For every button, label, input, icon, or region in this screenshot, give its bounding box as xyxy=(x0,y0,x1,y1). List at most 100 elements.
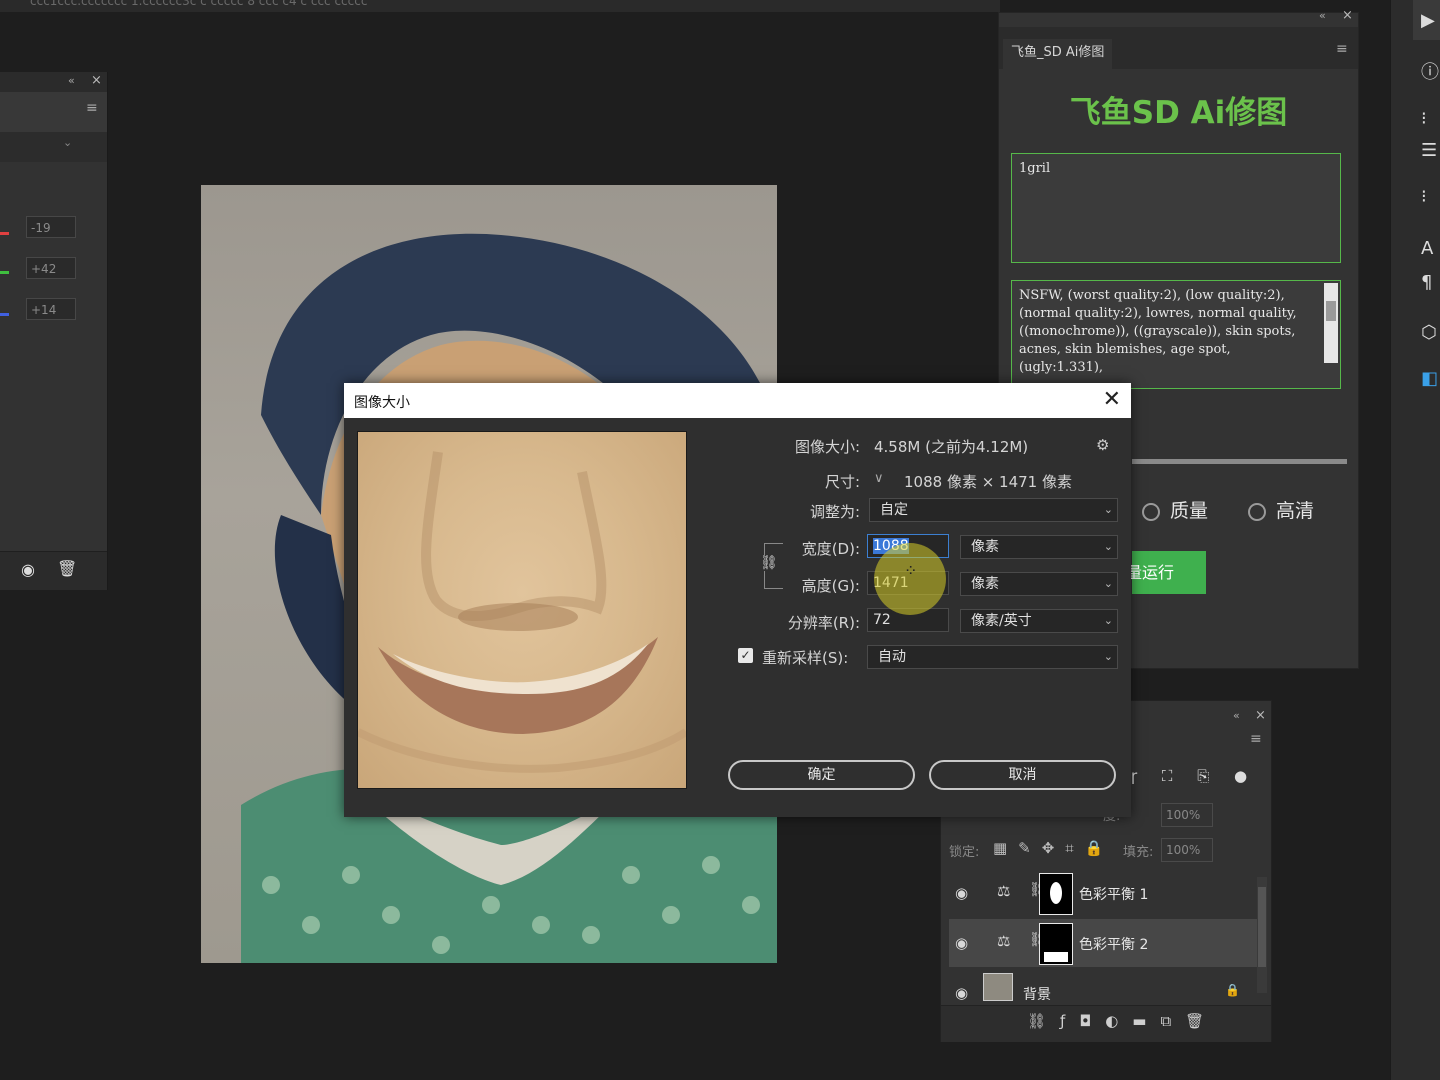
negative-prompt-text: NSFW, (worst quality:2), (low quality:2)… xyxy=(1019,288,1297,375)
balance-icon: ⚖ xyxy=(997,882,1011,900)
lock-label: 锁定: xyxy=(949,845,980,860)
radio-quality[interactable]: 质量 xyxy=(1142,496,1208,523)
panel-header: « × xyxy=(0,72,107,92)
cyan-red-value[interactable]: -19 xyxy=(26,216,76,238)
balance-icon: ⚖ xyxy=(997,932,1011,950)
radio-hd[interactable]: 高清 xyxy=(1248,496,1314,523)
batch-run-button[interactable]: 量运行 xyxy=(1126,551,1206,594)
layer-row[interactable]: ◉ 背景 🔒 xyxy=(949,969,1259,1005)
collapse-icon[interactable]: « xyxy=(1233,709,1240,722)
collapse-icon[interactable]: « xyxy=(1319,9,1326,22)
panel-tab-row: ≡ xyxy=(0,92,107,133)
radio-quality-label: 质量 xyxy=(1170,500,1209,522)
clone-source-icon[interactable]: ⁝ xyxy=(1421,186,1427,207)
scrollbar-thumb[interactable] xyxy=(1326,301,1336,321)
fit-to-select[interactable]: 自定 ⌄ xyxy=(869,498,1118,522)
scrollbar[interactable] xyxy=(1257,877,1267,993)
layer-mask-thumbnail[interactable] xyxy=(1039,923,1073,965)
opacity-field[interactable]: 100% xyxy=(1161,803,1213,827)
visibility-eye-icon[interactable]: ◉ xyxy=(955,984,968,1002)
paragraph-icon[interactable]: ¶ xyxy=(1421,272,1432,293)
height-unit-value: 像素 xyxy=(971,576,999,592)
panel-menu-icon[interactable]: ≡ xyxy=(86,100,98,116)
character-icon[interactable]: A xyxy=(1421,238,1433,259)
resample-checkbox[interactable]: ✓ xyxy=(738,648,753,663)
layers-footer: ⛓ƒ◘◐▬⧉🗑 xyxy=(941,1005,1271,1042)
image-size-dialog: 图像大小 ✕ 图像大小: 4.58M (之前为4.12M) ⚙ 尺寸: ∨ 10… xyxy=(344,383,1131,817)
close-icon[interactable]: ✕ xyxy=(1103,387,1121,413)
negative-prompt-textarea[interactable]: NSFW, (worst quality:2), (low quality:2)… xyxy=(1011,280,1341,389)
progress-bar xyxy=(1132,459,1347,464)
fit-to-value: 自定 xyxy=(880,502,908,518)
chevron-down-icon: ⌄ xyxy=(1103,650,1113,663)
radio-hd-label: 高清 xyxy=(1276,500,1315,522)
resample-value: 自动 xyxy=(878,649,906,665)
brush-settings-icon[interactable]: ⁝ xyxy=(1421,108,1427,129)
chevron-down-icon: ⌄ xyxy=(63,136,73,149)
visibility-eye-icon[interactable]: ◉ xyxy=(955,884,968,902)
play-icon[interactable]: ▶ xyxy=(1421,10,1435,31)
green-swatch xyxy=(0,271,9,274)
layer-row[interactable]: ◉ ⚖ ⛓ 色彩平衡 1 xyxy=(949,869,1259,917)
window-title-strip: ccc1ccc.ccccccc 1.cccccc3c c ccccc 8 ccc… xyxy=(0,0,1000,12)
properties-panel: « × ≡ ⌄ -19 +42 +14 ◉ 🗑 xyxy=(0,72,108,590)
scrollbar[interactable] xyxy=(1324,283,1338,363)
busy-cursor-icon: ⁘ xyxy=(904,561,918,580)
blue-swatch xyxy=(0,313,9,316)
adjustments-icon[interactable]: ☰ xyxy=(1421,140,1437,161)
right-toolbar: ▶ ⓘ ⁝ ☰ ⁝ A ¶ ⬡ ◧ xyxy=(1390,0,1440,1080)
layer-action-icons[interactable]: ⛓ƒ◘◐▬⧉🗑 xyxy=(1027,1012,1218,1030)
mask-shape xyxy=(1050,882,1062,904)
tone-select[interactable]: ⌄ xyxy=(0,132,107,162)
chevron-down-icon: ⌄ xyxy=(1103,577,1113,590)
gear-icon[interactable]: ⚙ xyxy=(1096,436,1109,454)
scrollbar-thumb[interactable] xyxy=(1258,887,1266,967)
3d-cube-icon[interactable]: ⬡ xyxy=(1421,322,1437,343)
collapse-icon[interactable]: « xyxy=(68,74,75,87)
preview-image[interactable] xyxy=(357,431,687,789)
trash-icon[interactable]: 🗑 xyxy=(57,559,77,578)
yellow-blue-value[interactable]: +14 xyxy=(26,298,76,320)
layer-mask-thumbnail[interactable] xyxy=(1039,873,1073,915)
layer-name: 色彩平衡 2 xyxy=(1079,937,1149,953)
panel-menu-icon[interactable]: ≡ xyxy=(1336,41,1348,57)
chevron-down-icon[interactable]: ∨ xyxy=(874,471,884,486)
filter-icons[interactable]: ɼ ⛶ ⎘ ● xyxy=(1131,767,1257,785)
close-icon[interactable]: × xyxy=(1255,708,1266,723)
lock-icons[interactable]: ▦✎✥⌗🔒 xyxy=(993,839,1114,857)
height-label: 高度(G): xyxy=(801,577,860,595)
layer-row[interactable]: ◉ ⚖ ⛓ 色彩平衡 2 xyxy=(949,919,1259,967)
radio-circle-icon xyxy=(1142,502,1160,521)
resample-select[interactable]: 自动 ⌄ xyxy=(867,645,1118,669)
panel-menu-icon[interactable]: ≡ xyxy=(1250,731,1262,747)
plugin-title: 飞鱼SD Ai修图 xyxy=(1069,95,1288,131)
radio-circle-icon xyxy=(1248,502,1266,521)
height-unit-select[interactable]: 像素 ⌄ xyxy=(960,572,1118,596)
tab-ai-retouch[interactable]: 飞鱼_SD Ai修图 xyxy=(1003,39,1113,69)
info-icon[interactable]: ⓘ xyxy=(1421,58,1439,84)
dialog-title: 图像大小 xyxy=(354,395,410,411)
visibility-eye-icon[interactable]: ◉ xyxy=(21,560,35,579)
prompt-textarea[interactable]: 1gril xyxy=(1011,153,1341,263)
chevron-down-icon: ⌄ xyxy=(1103,614,1113,627)
layer-name: 色彩平衡 1 xyxy=(1079,887,1149,903)
ok-button[interactable]: 确定 xyxy=(728,760,915,790)
image-size-label: 图像大小: xyxy=(794,438,860,456)
cancel-button[interactable]: 取消 xyxy=(929,760,1116,790)
dimensions-value: 1088 像素 × 1471 像素 xyxy=(904,473,1072,491)
width-unit-select[interactable]: 像素 ⌄ xyxy=(960,535,1118,559)
dialog-titlebar: 图像大小 ✕ xyxy=(344,383,1131,418)
close-icon[interactable]: × xyxy=(91,73,102,88)
libraries-icon[interactable]: ◧ xyxy=(1421,368,1438,389)
visibility-eye-icon[interactable]: ◉ xyxy=(955,934,968,952)
width-unit-value: 像素 xyxy=(971,539,999,555)
resolution-unit-select[interactable]: 像素/英寸 ⌄ xyxy=(960,609,1118,633)
resample-label: 重新采样(S): xyxy=(762,649,849,667)
fill-field[interactable]: 100% xyxy=(1161,838,1213,862)
magenta-green-value[interactable]: +42 xyxy=(26,257,76,279)
chevron-down-icon: ⌄ xyxy=(1103,540,1113,553)
cursor-highlight: ⁘ xyxy=(874,543,946,615)
close-icon[interactable]: × xyxy=(1342,8,1353,23)
panel-tab-row: 飞鱼_SD Ai修图 ≡ xyxy=(999,27,1358,69)
resolution-unit-value: 像素/英寸 xyxy=(971,613,1032,629)
